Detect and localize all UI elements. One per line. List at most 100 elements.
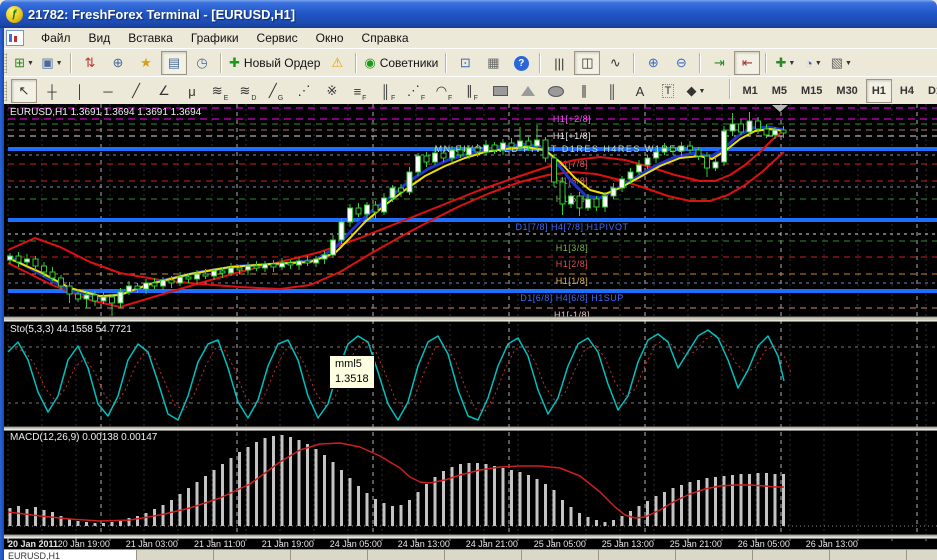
expert-advisors-button[interactable]: ◉ Советники: [362, 51, 440, 75]
chart-tab[interactable]: [753, 550, 830, 560]
chart-tab[interactable]: [368, 550, 445, 560]
application-window: ƒ 21782: FreshForex Terminal - [EURUSD,H…: [0, 0, 937, 560]
indicators-button[interactable]: ✚ ▼: [772, 51, 798, 75]
new-chart-button[interactable]: ⊞ ▼: [11, 51, 37, 75]
triangle-tool[interactable]: [515, 79, 541, 103]
horizontal-line-tool[interactable]: ─: [95, 79, 121, 103]
fibo-retracement-tool[interactable]: ≡ F: [347, 79, 373, 103]
menu-charts[interactable]: Графики: [182, 29, 248, 47]
rectangle-tool[interactable]: [487, 79, 513, 103]
label-tool[interactable]: T: [655, 79, 681, 103]
bar-chart-button[interactable]: |||: [546, 51, 572, 75]
terminal-button[interactable]: ▤: [161, 51, 187, 75]
fibo-timezones-tool[interactable]: ║ F: [375, 79, 401, 103]
time-axis-label: 21 Jan 11:00: [194, 539, 246, 549]
fibo-arcs-tool[interactable]: ◠ F: [431, 79, 457, 103]
fibo-expansion-e-tool[interactable]: ≋ E: [207, 79, 233, 103]
time-axis-label: 25 Jan 21:00: [669, 539, 722, 549]
timeframe-d1-button[interactable]: D1: [922, 79, 937, 103]
zoom-in-button[interactable]: ⊕: [640, 51, 666, 75]
gann-line-tool[interactable]: ╱ G: [263, 79, 289, 103]
fibo-expansion-d-tool[interactable]: ≋ D: [235, 79, 261, 103]
menu-window[interactable]: Окно: [307, 29, 353, 47]
trend-angle-tool[interactable]: ∠: [151, 79, 177, 103]
navigator-button[interactable]: ★: [133, 51, 159, 75]
new-order-button[interactable]: ✚ Новый Ордер: [227, 51, 322, 75]
toolbar-separator: [445, 53, 448, 73]
timeframe-h4-button[interactable]: H4: [894, 79, 920, 103]
data-window-button[interactable]: ⊕: [105, 51, 131, 75]
gann-fan-tool[interactable]: ⋰: [291, 79, 317, 103]
alert-icon[interactable]: ⚠: [324, 51, 350, 75]
profiles-button[interactable]: ▣ ▼: [39, 51, 65, 75]
timeframe-m30-button[interactable]: M30: [830, 79, 863, 103]
regression-channel-tool[interactable]: μ: [179, 79, 205, 103]
arrows-tool[interactable]: ◆ ▼: [683, 79, 709, 103]
time-axis-label: 21 Jan 19:00: [261, 539, 314, 549]
chart-tab[interactable]: [214, 550, 291, 560]
templates-button[interactable]: ▧ ▼: [828, 51, 854, 75]
toolbar-separator: [765, 53, 768, 73]
menu-bar: Файл Вид Вставка Графики Сервис Окно Спр…: [0, 28, 937, 49]
window-title: 21782: FreshForex Terminal - [EURUSD,H1]: [28, 6, 296, 22]
menu-file[interactable]: Файл: [32, 29, 80, 47]
chart-tab[interactable]: [676, 550, 753, 560]
chart-tab[interactable]: [137, 550, 214, 560]
fullscreen-button[interactable]: ⊡: [452, 51, 478, 75]
strategy-tester-button[interactable]: ◷: [189, 51, 215, 75]
periods-button[interactable]: ◔ ▼: [800, 51, 826, 75]
tooltip-name: mml5: [335, 358, 362, 370]
price-level-tooltip: mml5 1.3518: [329, 355, 375, 389]
gann-grid-tool[interactable]: ※: [319, 79, 345, 103]
market-watch-button[interactable]: ⇅: [77, 51, 103, 75]
fibo-fan-tool[interactable]: ⋰ F: [403, 79, 429, 103]
chart-tab[interactable]: [291, 550, 368, 560]
time-axis-label: 24 Jan 13:00: [397, 539, 450, 549]
timeframe-m1-button[interactable]: M1: [736, 79, 763, 103]
chart-tab[interactable]: [907, 550, 937, 560]
time-axis-label: 20 Jan 19:00: [57, 539, 110, 549]
chart-tab[interactable]: [830, 550, 907, 560]
chart-tab[interactable]: [599, 550, 676, 560]
chart-symbol-label: EURUSD,H1 1.3691 1.3694 1.3691 1.3694: [10, 107, 202, 118]
chart-tab[interactable]: [445, 550, 522, 560]
help-button[interactable]: ?: [508, 51, 534, 75]
time-axis-label: 21 Jan 03:00: [125, 539, 178, 549]
chart-window-icon[interactable]: [6, 30, 24, 46]
candlestick-chart-button[interactable]: ◫: [574, 51, 601, 75]
time-axis-label: 25 Jan 05:00: [533, 539, 586, 549]
pivot-label: D1[6/8] H4[6/8] H1SUP: [520, 293, 624, 303]
app-icon: ƒ: [6, 5, 23, 23]
line-chart-button[interactable]: ∿: [602, 51, 628, 75]
pitchfork-tool[interactable]: ∥: [571, 79, 597, 103]
print-button[interactable]: ▦: [480, 51, 506, 75]
timeframe-m5-button[interactable]: M5: [766, 79, 793, 103]
chart-tab-active[interactable]: EURUSD,H1: [0, 550, 137, 560]
crosshair-tool[interactable]: ┼: [39, 79, 65, 103]
menu-help[interactable]: Справка: [353, 29, 418, 47]
menu-insert[interactable]: Вставка: [119, 29, 182, 47]
menu-tools[interactable]: Сервис: [248, 29, 307, 47]
timeframe-m15-button[interactable]: M15: [795, 79, 828, 103]
pivot-label: H1[+2/8]: [553, 114, 591, 124]
zoom-out-button[interactable]: ⊖: [668, 51, 694, 75]
timeframe-h1-button[interactable]: H1: [865, 79, 892, 103]
menu-view[interactable]: Вид: [80, 29, 120, 47]
fibo-channel-tool[interactable]: ∥ F: [459, 79, 485, 103]
toolbar-separator: [699, 53, 702, 73]
new-order-button-label: Новый Ордер: [243, 56, 321, 70]
text-tool[interactable]: A: [627, 79, 653, 103]
trendline-tool[interactable]: ╱: [123, 79, 149, 103]
chart-canvas[interactable]: H1[+2/8] H1[+1/8] MN PIVOT WED PIVOT D1RES…: [0, 104, 937, 549]
timeframe-group: M1M5M15M30H1H4D1: [725, 79, 937, 103]
chart-tab[interactable]: [522, 550, 599, 560]
pivot-label: D1[7/8] H4[7/8] H1PIVOT: [515, 222, 628, 232]
auto-scroll-button[interactable]: ⇥: [706, 51, 732, 75]
time-axis-label: 20 Jan 2011: [8, 539, 59, 549]
ellipse-tool[interactable]: [543, 79, 569, 103]
chart-svg: H1[+2/8]H1[+1/8]MN PIVOT WED PIVOT D1RES…: [0, 104, 937, 549]
vertical-line-tool[interactable]: │: [67, 79, 93, 103]
chart-shift-button[interactable]: ⇤: [734, 51, 761, 75]
cursor-tool[interactable]: ↖: [11, 79, 37, 103]
cycle-lines-tool[interactable]: ║: [599, 79, 625, 103]
